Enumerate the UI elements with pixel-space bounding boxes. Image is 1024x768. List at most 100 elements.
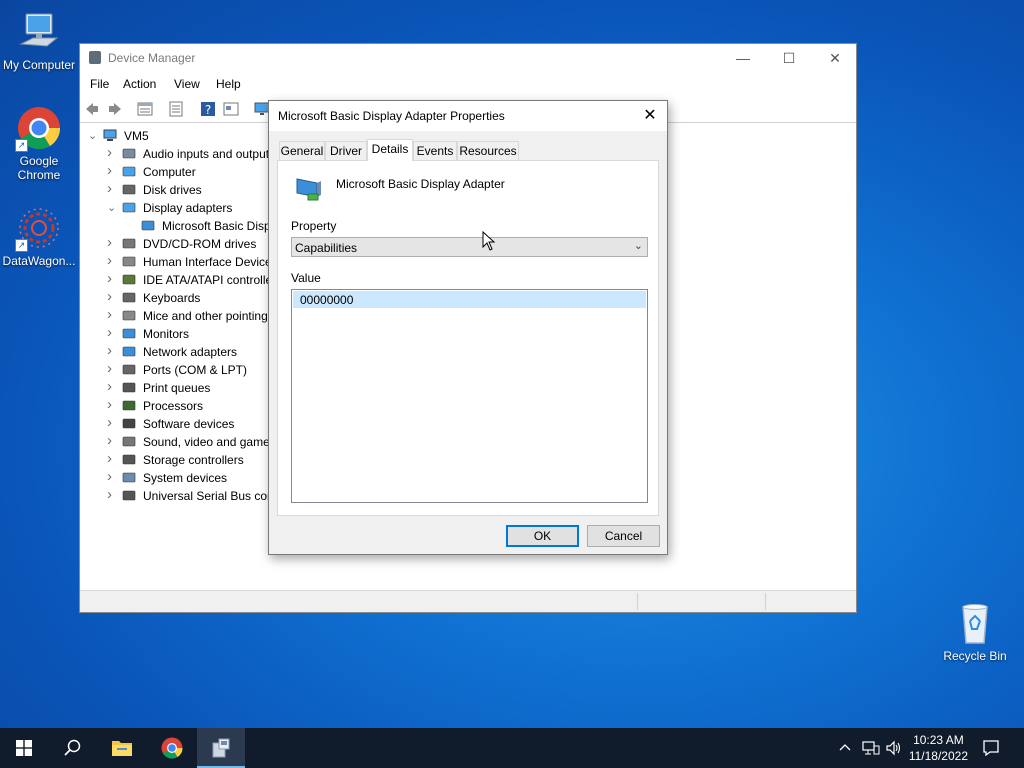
ok-button[interactable]: OK [506,525,579,547]
chevron-right-icon[interactable]: › [107,252,119,270]
chevron-right-icon[interactable]: › [107,468,119,486]
dialog-title: Microsoft Basic Display Adapter Properti… [278,109,505,123]
list-view-icon[interactable] [168,101,184,117]
properties-icon[interactable] [137,101,153,117]
device-category-icon [122,256,136,267]
cancel-button[interactable]: Cancel [587,525,660,547]
property-label: Property [291,219,337,233]
chevron-right-icon[interactable]: › [107,414,119,432]
tab-driver[interactable]: Driver [325,141,367,160]
chevron-right-icon[interactable]: › [107,486,119,504]
menu-file[interactable]: File [90,77,109,91]
dialog-close-button[interactable]: ✕ [633,101,667,131]
chevron-right-icon[interactable]: › [107,144,119,162]
chevron-up-icon[interactable] [839,742,851,752]
forward-arrow-icon[interactable] [107,101,123,117]
menu-action[interactable]: Action [123,77,156,91]
recycle-bin-icon [953,601,997,645]
windows-logo-icon [16,740,32,756]
tree-item-label: Keyboards [143,291,201,305]
desktop-icon-datawagon[interactable]: ↗ DataWagon... [1,206,77,268]
maximize-button[interactable]: ☐ [766,44,812,72]
chevron-right-icon[interactable]: › [107,288,119,306]
title-bar[interactable]: Device Manager — ☐ ✕ [80,44,856,72]
chevron-right-icon[interactable]: › [107,396,119,414]
device-name: Microsoft Basic Display Adapter [336,177,505,191]
device-category-icon [122,346,136,357]
display-adapter-icon [296,178,321,201]
chevron-right-icon[interactable]: › [107,360,119,378]
chevron-right-icon[interactable]: › [107,378,119,396]
status-bar [80,590,856,612]
value-list[interactable]: 00000000 [291,289,648,503]
chevron-down-icon: ⌄ [633,240,643,252]
back-arrow-icon[interactable] [84,101,100,117]
desktop-icon-google-chrome[interactable]: ↗ Google Chrome [1,106,77,182]
tree-item-label: Print queues [143,381,211,395]
tree-item-label: Ports (COM & LPT) [143,363,248,377]
tab-details[interactable]: Details [367,139,413,161]
close-button[interactable]: ✕ [812,44,858,72]
tab-general[interactable]: General [279,141,325,160]
chevron-right-icon[interactable]: › [107,432,119,450]
menu-bar: File Action View Help [80,72,856,96]
device-category-icon [122,454,136,465]
taskbar: 10:23 AM 11/18/2022 [0,728,1024,768]
taskbar-device-manager[interactable] [197,728,245,768]
chevron-right-icon[interactable]: › [107,306,119,324]
clock-date: 11/18/2022 [908,749,968,763]
chevron-right-icon[interactable]: › [107,342,119,360]
desktop-icon-recycle-bin[interactable]: Recycle Bin [937,601,1013,663]
device-manager-icon [89,51,101,64]
device-category-icon [122,418,136,429]
search-button[interactable] [48,728,96,768]
tree-item-label: Audio inputs and outputs [143,147,276,161]
tree-item-label: IDE ATA/ATAPI controllers [143,273,283,287]
desktop-icon-label: My Computer [2,58,76,72]
tree-item-label: DVD/CD-ROM drives [143,237,257,251]
device-category-icon [122,184,136,195]
property-dropdown[interactable]: Capabilities ⌄ [291,237,648,257]
tree-item-label: Network adapters [143,345,238,359]
update-driver-icon[interactable] [223,101,239,117]
chevron-right-icon[interactable]: › [107,324,119,342]
help-icon[interactable]: ? [200,101,216,117]
network-icon[interactable] [862,740,880,756]
desktop-icon-my-computer[interactable]: My Computer [1,10,77,72]
chevron-down-icon[interactable]: ⌄ [88,127,100,145]
device-category-icon [122,274,136,285]
device-manager-icon [212,738,230,758]
minimize-button[interactable]: — [720,44,766,72]
chevron-down-icon[interactable]: ⌄ [107,199,119,217]
start-button[interactable] [0,728,48,768]
taskbar-file-explorer[interactable] [98,728,146,768]
notification-icon[interactable] [982,739,1000,757]
chrome-icon: ↗ [15,106,61,152]
chevron-right-icon[interactable]: › [107,270,119,288]
computer-icon [103,129,117,141]
menu-view[interactable]: View [174,77,200,91]
device-tree: ⌄ VM5 › Audio inputs and outputs › Computer… [88,127,331,504]
device-category-icon [122,436,136,447]
volume-icon[interactable] [885,740,903,756]
chevron-right-icon[interactable]: › [107,450,119,468]
computer-icon [17,10,61,54]
desktop-icon-label: Recycle Bin [943,649,1007,663]
dialog-title-bar[interactable]: Microsoft Basic Display Adapter Properti… [269,101,667,131]
device-category-icon [122,400,136,411]
tree-item-label: System devices [143,471,228,485]
taskbar-chrome[interactable] [148,728,196,768]
desktop-icon-label: Google Chrome [17,154,61,182]
device-category-icon [122,202,136,213]
tree-item-label: Display adapters [143,201,233,215]
chevron-right-icon[interactable]: › [107,234,119,252]
chevron-right-icon[interactable]: › [107,162,119,180]
list-item[interactable]: 00000000 [293,291,646,308]
device-category-icon [122,364,136,375]
chevron-right-icon[interactable]: › [107,180,119,198]
system-clock[interactable]: 10:23 AM 11/18/2022 [909,732,968,764]
tab-events[interactable]: Events [413,141,457,160]
device-category-icon [122,490,136,501]
menu-help[interactable]: Help [216,77,241,91]
tab-resources[interactable]: Resources [457,141,519,160]
